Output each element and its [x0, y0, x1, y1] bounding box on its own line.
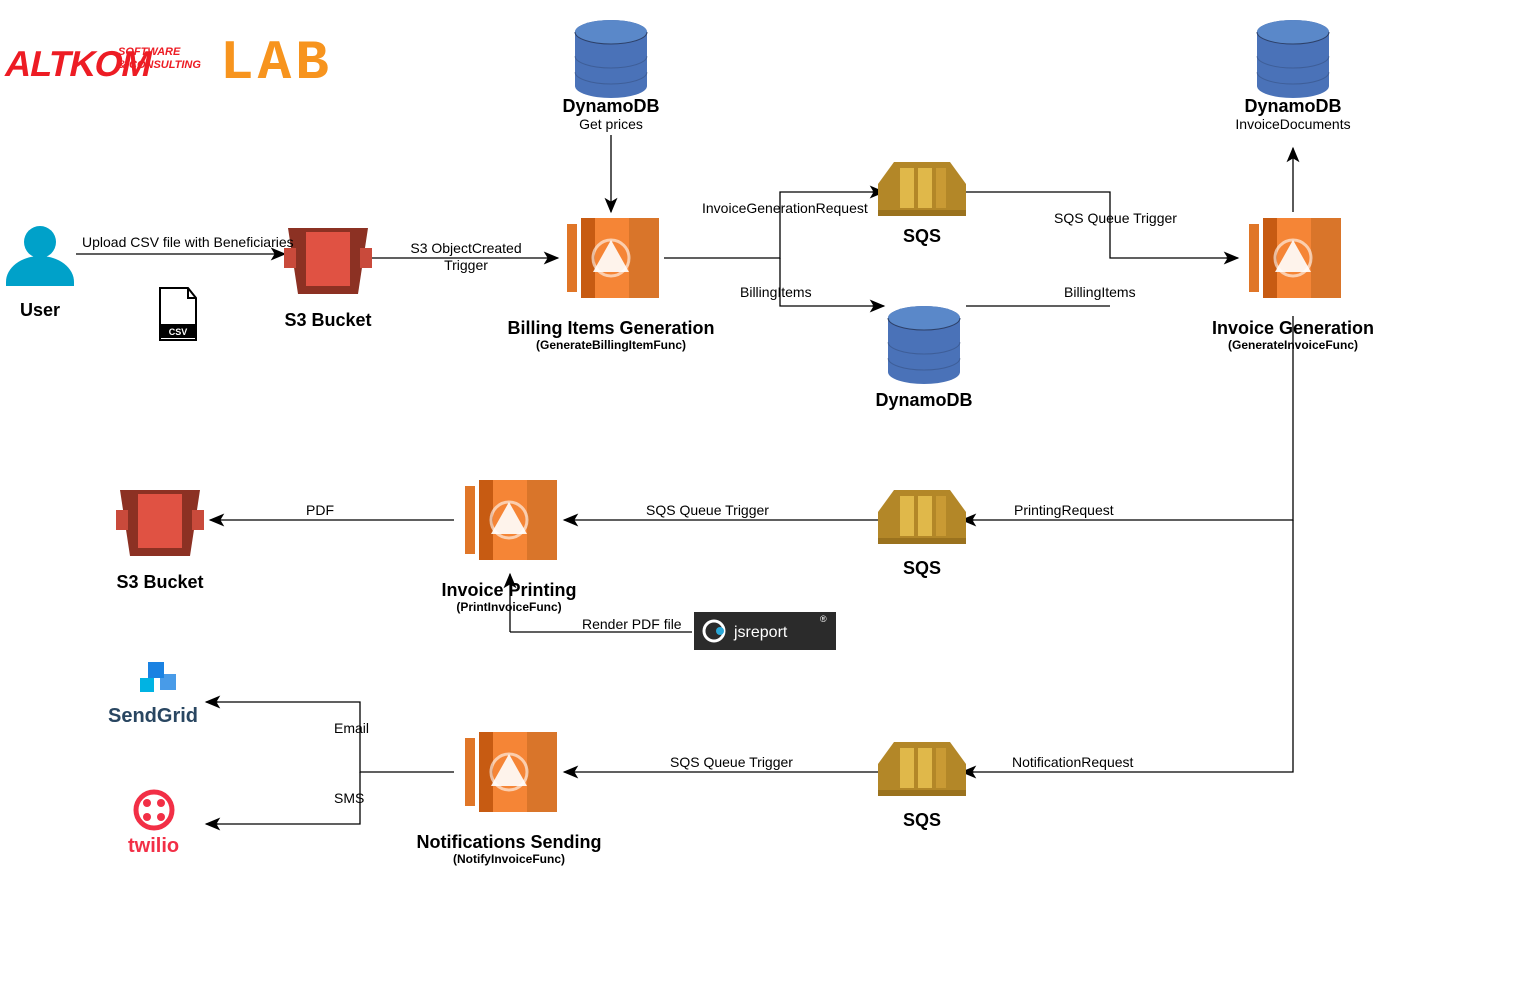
notify-sub: (NotifyInvoiceFunc)	[453, 852, 565, 866]
sqs-printing-icon	[878, 490, 966, 544]
dynamo-prices-title: DynamoDB	[562, 96, 659, 118]
notify-title: Notifications Sending	[416, 832, 601, 854]
lambda-notify-icon	[465, 732, 557, 812]
edge-pdf: PDF	[306, 502, 334, 519]
dynamo-prices-sub: Get prices	[579, 116, 643, 133]
sqs-notify-icon	[878, 742, 966, 796]
svg-text:®: ®	[820, 614, 827, 624]
invoice-print-sub: (PrintInvoiceFunc)	[456, 600, 561, 614]
edge-s3-trigger: S3 ObjectCreated Trigger	[410, 240, 521, 274]
edge-printing-req: PrintingRequest	[1014, 502, 1114, 519]
dynamodb-prices-icon	[575, 20, 647, 98]
edge-render-pdf: Render PDF file	[582, 616, 682, 633]
s3-pdf-title: S3 Bucket	[116, 572, 203, 594]
edge-sms: SMS	[334, 790, 364, 807]
sqs-printing-title: SQS	[903, 558, 941, 580]
edge-email: Email	[334, 720, 369, 737]
user-title: User	[20, 300, 60, 322]
s3-upload-title: S3 Bucket	[284, 310, 371, 332]
billing-sub: (GenerateBillingItemFunc)	[536, 338, 686, 352]
csv-file-icon	[160, 288, 196, 340]
edge-invoice-req: InvoiceGenerationRequest	[702, 200, 868, 217]
user-icon	[6, 226, 74, 286]
dynamodb-billing-icon	[888, 306, 960, 384]
lambda-invoice-gen-icon	[1249, 218, 1341, 298]
s3-pdf-icon	[116, 490, 204, 556]
altkom-tagline: SOFTWARE & CONSULTING	[118, 46, 201, 72]
lab-logo: LAB	[220, 30, 333, 97]
edge-upload-csv: Upload CSV file with Beneficiaries	[82, 234, 294, 251]
svg-text:twilio: twilio	[128, 835, 179, 857]
lambda-invoice-print-icon	[465, 480, 557, 560]
dynamo-docs-sub: InvoiceDocuments	[1235, 116, 1350, 133]
svg-text:jsreport: jsreport	[733, 624, 788, 641]
jsreport-logo: jsreport ®	[694, 612, 836, 650]
edge-billing-items-2: BillingItems	[1064, 284, 1136, 301]
lambda-billing-icon	[567, 218, 659, 298]
svg-text:SendGrid: SendGrid	[108, 705, 198, 727]
dynamo-billing-title: DynamoDB	[875, 390, 972, 412]
dynamodb-invoice-docs-icon	[1257, 20, 1329, 98]
invoice-print-title: Invoice Printing	[441, 580, 576, 602]
dynamo-docs-title: DynamoDB	[1244, 96, 1341, 118]
sqs-invoice-req-icon	[878, 162, 966, 216]
sqs-notify-title: SQS	[903, 810, 941, 832]
s3-upload-icon	[284, 228, 372, 294]
twilio-logo: twilio	[128, 792, 179, 857]
edge-sqs-trigger-2: SQS Queue Trigger	[646, 502, 769, 519]
billing-title: Billing Items Generation	[507, 318, 714, 340]
invoice-gen-sub: (GenerateInvoiceFunc)	[1228, 338, 1358, 352]
edge-sqs-trigger-3: SQS Queue Trigger	[670, 754, 793, 771]
edge-notification-req: NotificationRequest	[1012, 754, 1133, 771]
edge-sqs-trigger-1: SQS Queue Trigger	[1054, 210, 1177, 227]
invoice-gen-title: Invoice Generation	[1212, 318, 1374, 340]
edge-billing-items-1: BillingItems	[740, 284, 812, 301]
sendgrid-logo: SendGrid	[108, 662, 198, 727]
sqs-invoice-req-title: SQS	[903, 226, 941, 248]
